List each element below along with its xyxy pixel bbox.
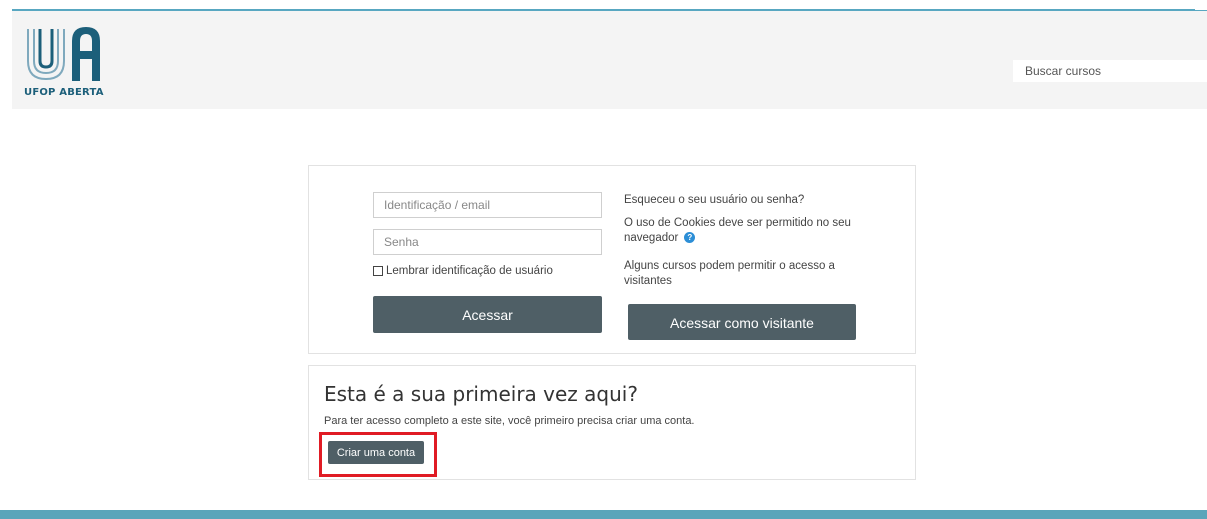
- login-button[interactable]: Acessar: [373, 296, 602, 333]
- search-courses-input[interactable]: [1013, 60, 1207, 82]
- ufop-aberta-logo[interactable]: UFOP ABERTA: [24, 23, 114, 101]
- top-border: [0, 0, 1207, 10]
- checkbox-icon[interactable]: [373, 266, 383, 276]
- login-info-column: Esqueceu o seu usuário ou senha? O uso d…: [624, 193, 864, 289]
- guest-login-button[interactable]: Acessar como visitante: [628, 304, 856, 340]
- brand-text: UFOP ABERTA: [24, 87, 104, 98]
- forgot-password-link[interactable]: Esqueceu o seu usuário ou senha?: [624, 193, 864, 208]
- guest-access-notice: Alguns cursos podem permitir o acesso a …: [624, 260, 835, 287]
- password-input[interactable]: [373, 229, 602, 255]
- cookies-notice: O uso de Cookies deve ser permitido no s…: [624, 216, 864, 246]
- login-panel: Lembrar identificação de usuário Acessar…: [308, 165, 916, 354]
- question-circle-icon[interactable]: ?: [684, 232, 696, 244]
- remember-username-checkbox[interactable]: Lembrar identificação de usuário: [373, 265, 553, 277]
- signup-panel: Esta é a sua primeira vez aqui? Para ter…: [308, 365, 916, 480]
- username-input[interactable]: [373, 192, 602, 218]
- signup-description: Para ter acesso completo a este site, vo…: [324, 415, 695, 427]
- footer-bar: [0, 510, 1207, 519]
- ua-logo-icon: [27, 27, 100, 81]
- site-header: UFOP ABERTA: [12, 10, 1207, 109]
- cookies-notice-text: O uso de Cookies deve ser permitido no s…: [624, 217, 851, 244]
- create-account-button[interactable]: Criar uma conta: [328, 441, 424, 464]
- remember-username-label: Lembrar identificação de usuário: [386, 265, 553, 277]
- signup-title: Esta é a sua primeira vez aqui?: [324, 382, 638, 406]
